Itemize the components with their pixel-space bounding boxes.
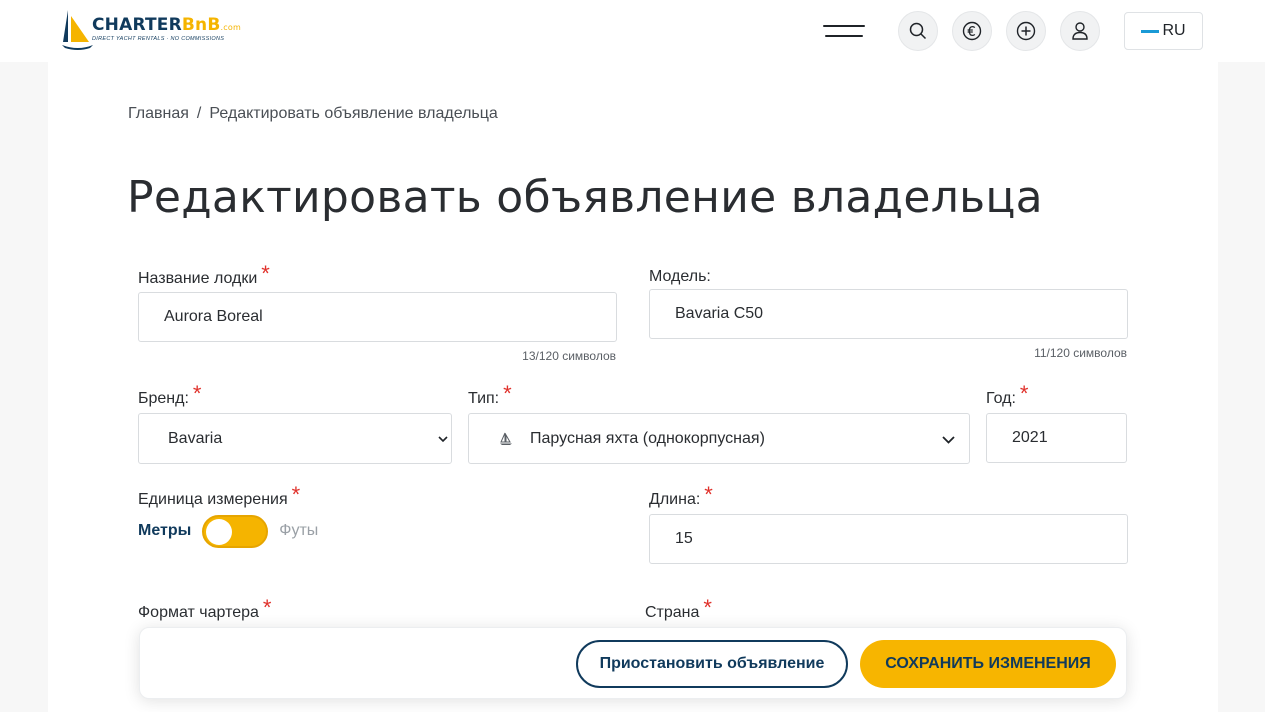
unit-feet-label[interactable]: Футы [279,522,318,540]
save-changes-button[interactable]: СОХРАНИТЬ ИЗМЕНЕНИЯ [860,640,1116,688]
search-icon [909,22,927,40]
charter-format-label: Формат чартера * [138,595,272,622]
country-label: Страна * [645,595,712,622]
boat-name-input[interactable] [138,292,617,342]
account-button[interactable] [1060,11,1100,51]
brand-label: Бренд: * [138,381,202,408]
type-select[interactable]: Парусная яхта (однокорпусная) [468,413,970,464]
boat-name-label: Название лодки * [138,261,270,288]
required-mark: * [704,482,713,507]
unit-switch-row: Метры Футы [138,513,318,549]
required-mark: * [262,595,272,620]
breadcrumb-separator: / [196,105,202,122]
sailboat-logo-icon [62,10,93,50]
model-label: Модель: [649,268,711,285]
required-mark: * [503,381,512,406]
breadcrumb-current: Редактировать объявление владельца [209,105,498,122]
chevron-down-icon [438,436,448,443]
suspend-listing-button[interactable]: Приостановить объявление [576,640,848,688]
user-icon [1072,22,1088,40]
logo-wordmark: CHARTERBnB.com [92,15,241,35]
unit-meters-label[interactable]: Метры [138,522,191,540]
brand-select[interactable]: Bavaria [138,413,452,464]
boat-name-counter: 13/120 символов [522,349,616,363]
length-input[interactable] [649,514,1128,564]
required-mark: * [1019,381,1029,406]
search-button[interactable] [898,11,938,51]
euro-icon [962,21,982,41]
type-label: Тип: * [468,381,512,408]
add-listing-button[interactable] [1006,11,1046,51]
model-counter: 11/120 символов [1034,346,1127,360]
type-select-value: Парусная яхта (однокорпусная) [530,429,765,447]
menu-icon[interactable] [823,23,865,39]
chevron-down-icon [942,436,955,444]
unit-label: Единица измерения * [138,482,301,509]
brand-select-value: Bavaria [168,429,223,447]
required-mark: * [703,595,712,620]
plus-circle-icon [1016,21,1036,41]
toggle-knob [206,518,233,545]
sticky-action-bar: Приостановить объявление СОХРАНИТЬ ИЗМЕН… [139,627,1127,699]
charterbnb-logo[interactable]: CHARTERBnB.com DIRECT YACHT RENTALS · NO… [62,8,252,52]
currency-button[interactable] [952,11,992,51]
required-mark: * [291,482,301,507]
language-code: RU [1162,22,1186,39]
year-input[interactable] [986,413,1127,463]
site-header: CHARTERBnB.com DIRECT YACHT RENTALS · NO… [0,0,1265,62]
model-input[interactable] [649,289,1128,339]
required-mark: * [192,381,202,406]
language-selector[interactable]: RU [1124,12,1203,50]
page-title: Редактировать объявление владельца [127,172,1043,223]
sailboat-icon [500,432,512,445]
breadcrumb-home-link[interactable]: Главная [128,105,189,122]
required-mark: * [261,261,270,286]
length-label: Длина: * [649,482,713,509]
breadcrumb: Главная / Редактировать объявление владель… [128,105,498,123]
year-label: Год: * [986,381,1029,408]
logo-tagline: DIRECT YACHT RENTALS · NO COMMISSIONS [92,36,225,42]
unit-toggle[interactable] [202,514,269,548]
flag-icon [1141,29,1160,33]
